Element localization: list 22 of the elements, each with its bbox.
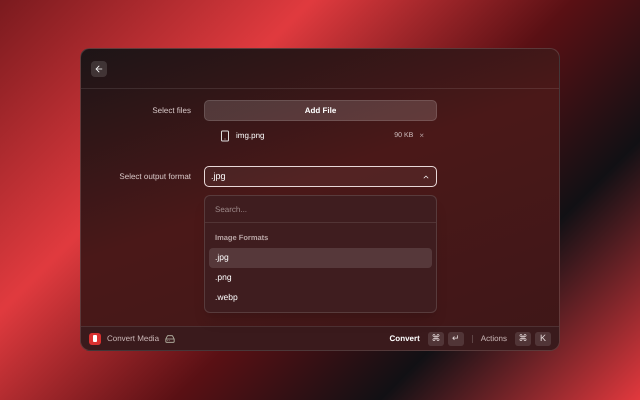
- phone-icon: [219, 130, 231, 142]
- add-file-button[interactable]: Add File: [204, 100, 437, 121]
- app-logo-icon: [89, 332, 101, 344]
- field-label: Select output format: [118, 170, 191, 182]
- extension-title: Convert Media: [107, 332, 160, 344]
- format-option[interactable]: .jpg: [209, 248, 432, 268]
- remove-file-button[interactable]: ×: [419, 130, 424, 142]
- format-select[interactable]: .jpg: [204, 166, 437, 187]
- actions-button[interactable]: Actions: [480, 332, 507, 344]
- shortcut-key: ⌘: [515, 332, 531, 346]
- back-arrow-icon: [94, 64, 104, 74]
- back-button[interactable]: [91, 60, 107, 76]
- search-field[interactable]: Search...: [205, 198, 436, 222]
- drive-icon: [165, 334, 176, 344]
- shortcut-key: ↵: [448, 332, 464, 346]
- shortcut-key: K: [535, 332, 551, 346]
- shortcut-key: ⌘: [428, 332, 444, 346]
- format-option[interactable]: .webp: [209, 288, 432, 308]
- convert-button[interactable]: Convert: [390, 332, 420, 344]
- field-label: Select files: [151, 104, 191, 116]
- file-name: img.png: [236, 130, 264, 142]
- format-option[interactable]: .png: [209, 268, 432, 288]
